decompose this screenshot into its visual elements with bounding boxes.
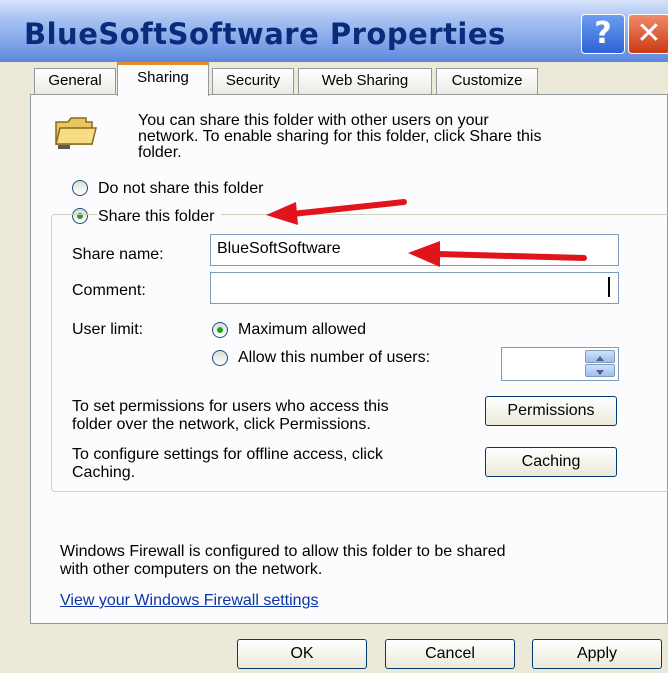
annotation-arrow-share-folder (266, 199, 407, 225)
info-line-1: You can share this folder with other use… (138, 112, 489, 129)
share-name-label: Share name: (72, 246, 164, 263)
sharing-info-text: You can share this folder with other use… (138, 113, 541, 161)
permissions-line-2: folder over the network, click Permissio… (72, 416, 371, 433)
do-not-share-radio[interactable] (72, 180, 88, 196)
comment-field[interactable] (210, 272, 619, 304)
close-button[interactable]: ✕ (628, 14, 668, 54)
info-line-3: folder. (138, 144, 182, 161)
maximum-allowed-radio[interactable] (212, 322, 228, 338)
user-limit-label: User limit: (72, 321, 144, 338)
properties-dialog: BlueSoftSoftware Properties ? ✕ General … (0, 0, 668, 673)
comment-label: Comment: (72, 282, 146, 299)
firewall-text: Windows Firewall is configured to allow … (60, 543, 506, 579)
arrow-up-icon (596, 356, 604, 361)
ok-button[interactable]: OK (237, 639, 367, 669)
window-title: BlueSoftSoftware Properties (24, 17, 506, 51)
caching-button[interactable]: Caching (485, 447, 617, 477)
caching-line-1: To configure settings for offline access… (72, 446, 383, 463)
help-button[interactable]: ? (581, 14, 625, 54)
spinner-down-button[interactable] (585, 364, 615, 377)
firewall-settings-link[interactable]: View your Windows Firewall settings (60, 592, 318, 610)
spinner-up-button[interactable] (585, 350, 615, 363)
tab-general[interactable]: General (34, 68, 116, 94)
tab-customize[interactable]: Customize (436, 68, 538, 94)
tab-web-sharing[interactable]: Web Sharing (298, 68, 432, 94)
firewall-line-1: Windows Firewall is configured to allow … (60, 543, 506, 560)
annotation-arrow-share-name (408, 241, 587, 267)
allow-number-radio[interactable] (212, 350, 228, 366)
permissions-button[interactable]: Permissions (485, 396, 617, 426)
permissions-line-1: To set permissions for users who access … (72, 398, 389, 415)
permissions-text: To set permissions for users who access … (72, 398, 389, 434)
cancel-button[interactable]: Cancel (385, 639, 515, 669)
shared-folder-icon (55, 117, 97, 149)
caching-line-2: Caching. (72, 464, 136, 481)
tab-sharing[interactable]: Sharing (117, 62, 209, 96)
arrow-down-icon (596, 370, 604, 375)
firewall-line-2: with other computers on the network. (60, 561, 323, 578)
tab-security[interactable]: Security (212, 68, 294, 94)
apply-button[interactable]: Apply (532, 639, 662, 669)
info-line-2: network. To enable sharing for this fold… (138, 128, 542, 145)
share-folder-label[interactable]: Share this folder (98, 208, 221, 226)
allow-number-label[interactable]: Allow this number of users: (238, 349, 430, 367)
text-cursor (608, 277, 610, 297)
title-bar[interactable]: BlueSoftSoftware Properties ? ✕ (0, 0, 668, 62)
caching-text: To configure settings for offline access… (72, 446, 383, 482)
do-not-share-label[interactable]: Do not share this folder (98, 180, 263, 198)
maximum-allowed-label[interactable]: Maximum allowed (238, 321, 366, 339)
